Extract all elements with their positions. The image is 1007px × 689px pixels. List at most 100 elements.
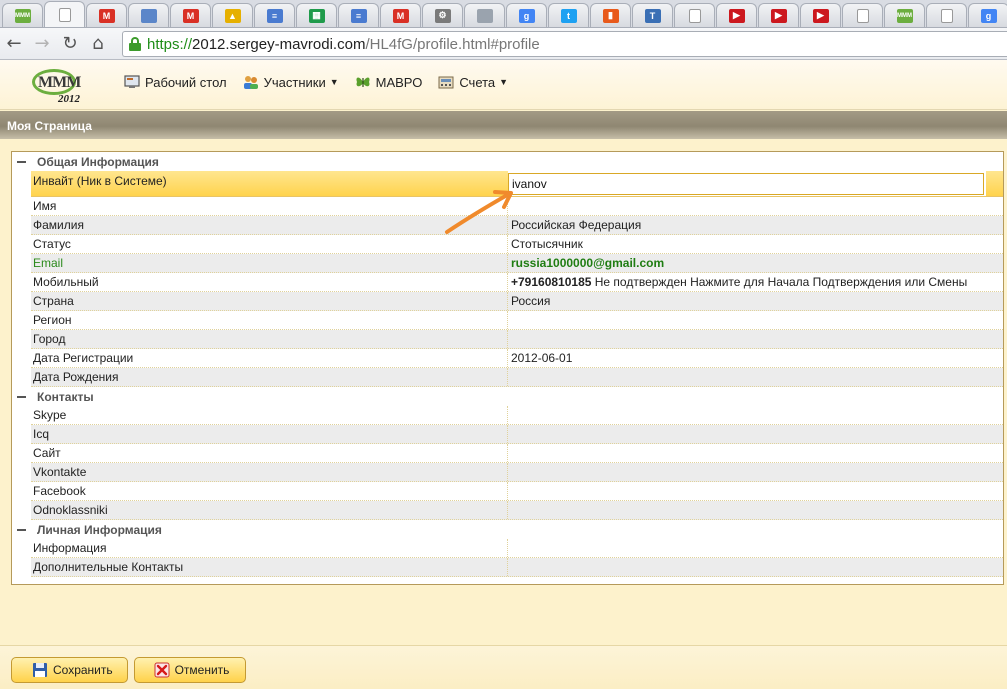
mmm-icon: MMM	[896, 8, 913, 23]
browser-tab[interactable]	[926, 3, 967, 27]
browser-tab[interactable]: ≡	[338, 3, 379, 27]
property-row[interactable]: Страна Россия	[31, 292, 1003, 311]
property-value[interactable]	[508, 558, 986, 576]
browser-tab[interactable]: T	[632, 3, 673, 27]
gmail-icon: M	[182, 8, 199, 23]
browser-tab[interactable]: M	[170, 3, 211, 27]
users-icon	[243, 74, 259, 90]
property-row[interactable]: Информация	[31, 539, 1003, 558]
save-button-label: Сохранить	[53, 663, 113, 677]
collapse-icon[interactable]	[12, 528, 31, 531]
property-row[interactable]: Дата Рождения	[31, 368, 1003, 387]
property-row[interactable]: Регион	[31, 311, 1003, 330]
property-row[interactable]: Facebook	[31, 482, 1003, 501]
cancel-button[interactable]: Отменить	[134, 657, 246, 683]
property-value[interactable]	[508, 197, 986, 215]
browser-tab[interactable]: M	[380, 3, 421, 27]
youtube-icon: ▶	[728, 8, 745, 23]
mmm-icon: MMM	[14, 8, 31, 23]
property-value[interactable]	[508, 501, 986, 519]
menu-item-mavro[interactable]: МАВРО	[355, 74, 422, 90]
forward-icon[interactable]: →	[28, 30, 56, 58]
browser-tab[interactable]	[44, 1, 85, 27]
property-row[interactable]: Skype	[31, 406, 1003, 425]
property-value[interactable]: +79160810185 Не подтвержден Нажмите для …	[508, 273, 986, 291]
browser-tab[interactable]: ⚙	[422, 3, 463, 27]
browser-tab[interactable]: g	[968, 3, 1007, 27]
group-personal[interactable]: Личная Информация	[12, 520, 1003, 539]
collapse-icon[interactable]	[12, 160, 31, 163]
browser-tab[interactable]: MMM	[2, 3, 43, 27]
property-value[interactable]: Стотысячник	[508, 235, 986, 253]
menu-item-desktop-label: Рабочий стол	[145, 74, 227, 90]
group-general[interactable]: Общая Информация	[12, 152, 1003, 171]
property-value[interactable]	[508, 330, 986, 348]
browser-tab[interactable]	[674, 3, 715, 27]
group-contacts[interactable]: Контакты	[12, 387, 1003, 406]
browser-tab[interactable]: ▲	[212, 3, 253, 27]
property-name: Имя	[31, 197, 508, 215]
invite-input[interactable]	[508, 173, 984, 195]
property-row[interactable]: Имя	[31, 197, 1003, 216]
page-icon	[940, 8, 953, 23]
collapse-icon[interactable]	[12, 395, 31, 398]
browser-tab[interactable]: ▦	[296, 3, 337, 27]
property-row[interactable]: Vkontakte	[31, 463, 1003, 482]
property-row[interactable]: Сайт	[31, 444, 1003, 463]
property-name: Дата Рождения	[31, 368, 508, 386]
property-value[interactable]	[508, 444, 986, 462]
home-icon[interactable]: ⌂	[84, 30, 112, 58]
property-row[interactable]: Дата Регистрации 2012-06-01	[31, 349, 1003, 368]
menu-item-desktop[interactable]: Рабочий стол	[124, 74, 227, 90]
property-value[interactable]	[508, 463, 986, 481]
property-name: Страна	[31, 292, 508, 310]
browser-tab[interactable]: MMM	[884, 3, 925, 27]
address-bar[interactable]: https://2012.sergey-mavrodi.com/HL4fG/pr…	[122, 31, 1007, 57]
butterfly-icon	[355, 74, 371, 90]
t-icon: T	[644, 8, 661, 23]
browser-tab[interactable]: M	[86, 3, 127, 27]
drive-icon: ▲	[224, 8, 241, 23]
property-value[interactable]: 2012-06-01	[508, 349, 986, 367]
property-row[interactable]: Odnoklassniki	[31, 501, 1003, 520]
property-value[interactable]: russia1000000@gmail.com	[508, 254, 986, 272]
property-row[interactable]: Статус Стотысячник	[31, 235, 1003, 254]
property-row[interactable]: Фамилия Российская Федерация	[31, 216, 1003, 235]
lock-icon	[129, 37, 141, 51]
panel-title: Моя Страница	[0, 111, 1007, 139]
phone-status-link[interactable]: Не подтвержден Нажмите для Начала Подтве…	[591, 275, 967, 289]
property-row-invite[interactable]: Инвайт (Ник в Системе)	[31, 171, 1003, 197]
browser-tab[interactable]: ▶	[716, 3, 757, 27]
property-row[interactable]: Мобильный +79160810185 Не подтвержден Наж…	[31, 273, 1003, 292]
property-value[interactable]	[508, 311, 986, 329]
browser-tab[interactable]: g	[506, 3, 547, 27]
browser-tab[interactable]	[128, 3, 169, 27]
browser-tab[interactable]: ▶	[800, 3, 841, 27]
image-icon	[476, 8, 493, 23]
property-value[interactable]	[508, 482, 986, 500]
property-row[interactable]: Город	[31, 330, 1003, 349]
property-value[interactable]	[508, 425, 986, 443]
browser-tab[interactable]	[464, 3, 505, 27]
browser-tab[interactable]: ≡	[254, 3, 295, 27]
browser-tab[interactable]: ▮	[590, 3, 631, 27]
property-row[interactable]: Email russia1000000@gmail.com	[31, 254, 1003, 273]
browser-tab[interactable]: t	[548, 3, 589, 27]
save-button[interactable]: Сохранить	[11, 657, 128, 683]
menu-item-accounts[interactable]: Счета ▼	[438, 74, 508, 90]
property-row[interactable]: Icq	[31, 425, 1003, 444]
property-row[interactable]: Дополнительные Контакты	[31, 558, 1003, 577]
property-value[interactable]	[508, 406, 986, 424]
gmail-icon: M	[392, 8, 409, 23]
property-value[interactable]: Россия	[508, 292, 986, 310]
browser-tab[interactable]	[842, 3, 883, 27]
property-value[interactable]	[508, 539, 986, 557]
property-value[interactable]: Российская Федерация	[508, 216, 986, 234]
menu-item-participants[interactable]: Участники ▼	[243, 74, 339, 90]
mmm-logo[interactable]: MMM 2012	[30, 67, 82, 105]
property-value[interactable]	[508, 368, 986, 386]
browser-tab[interactable]: ▶	[758, 3, 799, 27]
back-icon[interactable]: ←	[0, 30, 28, 58]
reload-icon[interactable]: ↻	[56, 30, 84, 58]
group-personal-title: Личная Информация	[37, 522, 162, 537]
